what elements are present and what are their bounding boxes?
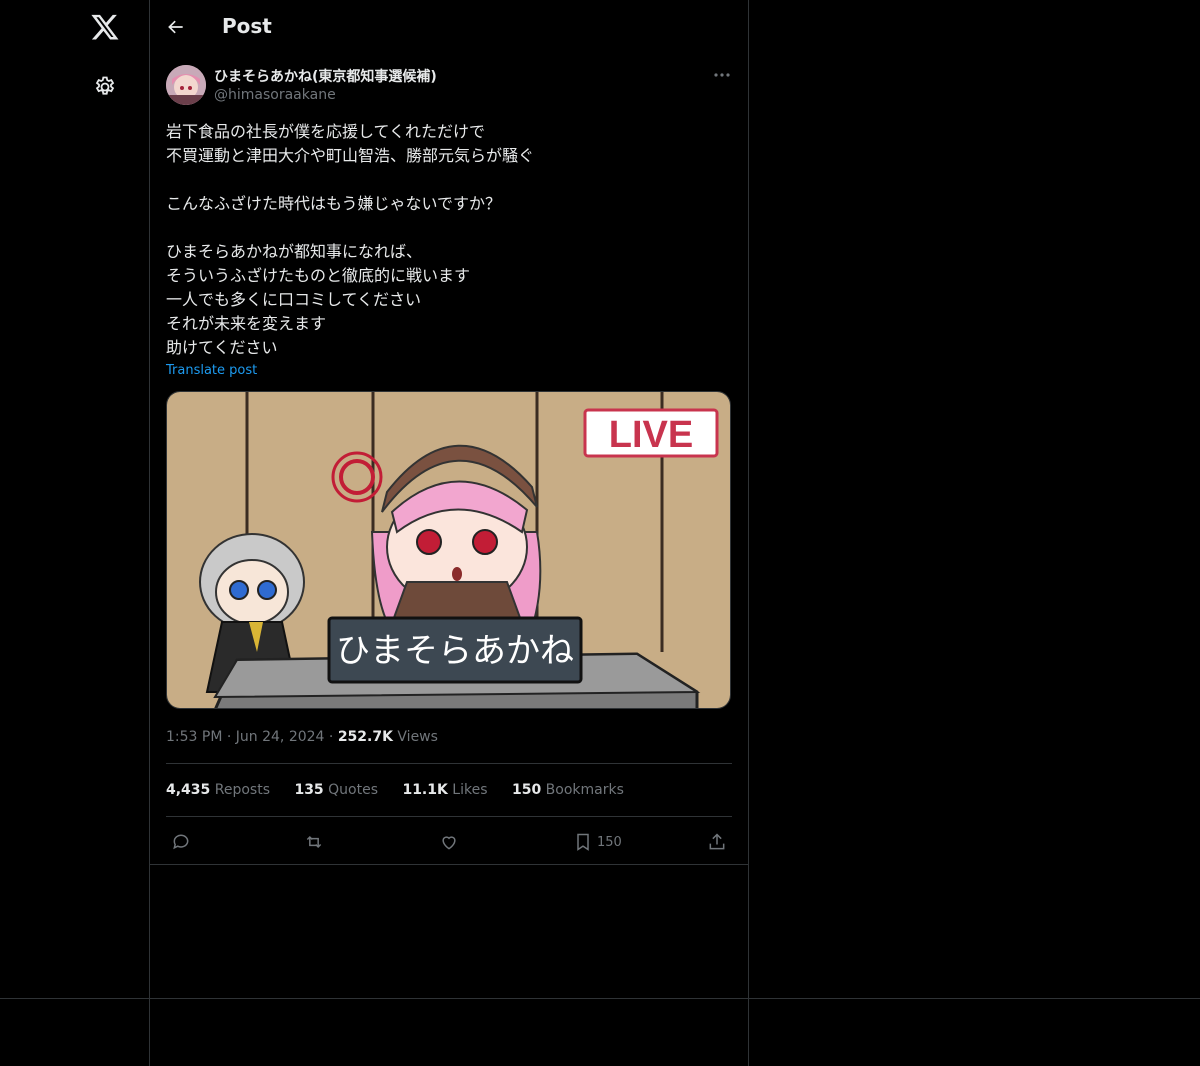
post-text: 岩下食品の社長が僕を応援してくれただけで 不買運動と津田大介や町山智浩、勝部元気… (166, 120, 736, 360)
views-label: Views (397, 729, 438, 745)
dot-separator: · (226, 729, 236, 745)
nameplate-text: ひまそらあかね (336, 631, 574, 671)
arrow-left-icon[interactable] (166, 17, 186, 37)
left-column-divider (149, 0, 150, 1066)
post-text-line: こんなふざけた時代はもう嫌じゃないですか？ (166, 194, 502, 213)
share-button[interactable] (707, 828, 727, 856)
author-handle[interactable]: @himasoraakane (214, 87, 336, 103)
more-options-icon[interactable] (712, 66, 732, 84)
x-logo-icon[interactable] (90, 12, 120, 42)
post-text-line: 岩下食品の社長が僕を応援してくれただけで (166, 122, 486, 141)
translate-post-link[interactable]: Translate post (166, 363, 257, 378)
post-text-line (166, 168, 736, 192)
post-text-line: それが未来を変えます (166, 314, 327, 333)
post-bottom-divider (150, 864, 748, 865)
post-text-line: ひまそらあかねが都知事になれば、 (166, 242, 423, 261)
post-text-line: 一人でも多くに口コミしてください (166, 290, 422, 309)
heart-icon (442, 836, 456, 850)
right-column-divider (748, 0, 749, 1066)
stats-divider (166, 816, 732, 817)
post-text-line: そういうふざけたものと徹底的に戦います (166, 266, 471, 285)
quotes-count: 135 (294, 782, 324, 798)
repost-icon (306, 835, 322, 849)
reposts-count: 4,435 (166, 782, 211, 798)
like-button[interactable] (439, 828, 459, 856)
post-text-line (166, 216, 736, 240)
reposts-label: Reposts (214, 782, 270, 798)
action-bar: 150 (166, 828, 732, 856)
post-time[interactable]: 1:53 PM (166, 729, 222, 745)
post-date[interactable]: Jun 24, 2024 (236, 729, 325, 745)
quotes-stat[interactable]: 135 Quotes (294, 782, 378, 798)
avatar[interactable] (166, 65, 206, 105)
repost-button[interactable] (304, 828, 324, 856)
reply-button[interactable] (171, 828, 191, 856)
post-stats: 4,435 Reposts 135 Quotes 11.1K Likes 150… (166, 782, 644, 798)
author-display-name[interactable]: ひまそらあかね(東京都知事選候補) (214, 66, 437, 86)
gear-icon[interactable] (93, 75, 117, 99)
likes-stat[interactable]: 11.1K Likes (402, 782, 487, 798)
likes-count: 11.1K (402, 782, 448, 798)
quotes-label: Quotes (328, 782, 378, 798)
bookmark-icon (577, 833, 589, 851)
views-count: 252.7K (337, 729, 393, 745)
bookmark-button[interactable]: 150 (573, 828, 622, 856)
dot-separator: · (328, 729, 338, 745)
bookmarks-count: 150 (511, 782, 542, 798)
post-text-line: 助けてください (166, 338, 278, 357)
share-icon (709, 833, 725, 850)
likes-label: Likes (452, 782, 488, 798)
bookmarks-stat[interactable]: 150 Bookmarks (512, 782, 624, 798)
bottom-divider (0, 998, 1200, 999)
live-badge: LIVE (609, 414, 693, 456)
post-meta: 1:53 PM · Jun 24, 2024 · 252.7K Views (166, 729, 438, 745)
reply-icon (173, 834, 189, 850)
page-title: Post (222, 14, 272, 38)
bookmark-count: 150 (597, 834, 622, 850)
post-image[interactable]: LIVE ひまそらあかね (166, 391, 731, 709)
bookmarks-label: Bookmarks (545, 782, 624, 798)
post-text-line: 不買運動と津田大介や町山智浩、勝部元気らが騒ぐ (166, 146, 535, 165)
reposts-stat[interactable]: 4,435 Reposts (166, 782, 270, 798)
meta-divider (166, 763, 732, 764)
